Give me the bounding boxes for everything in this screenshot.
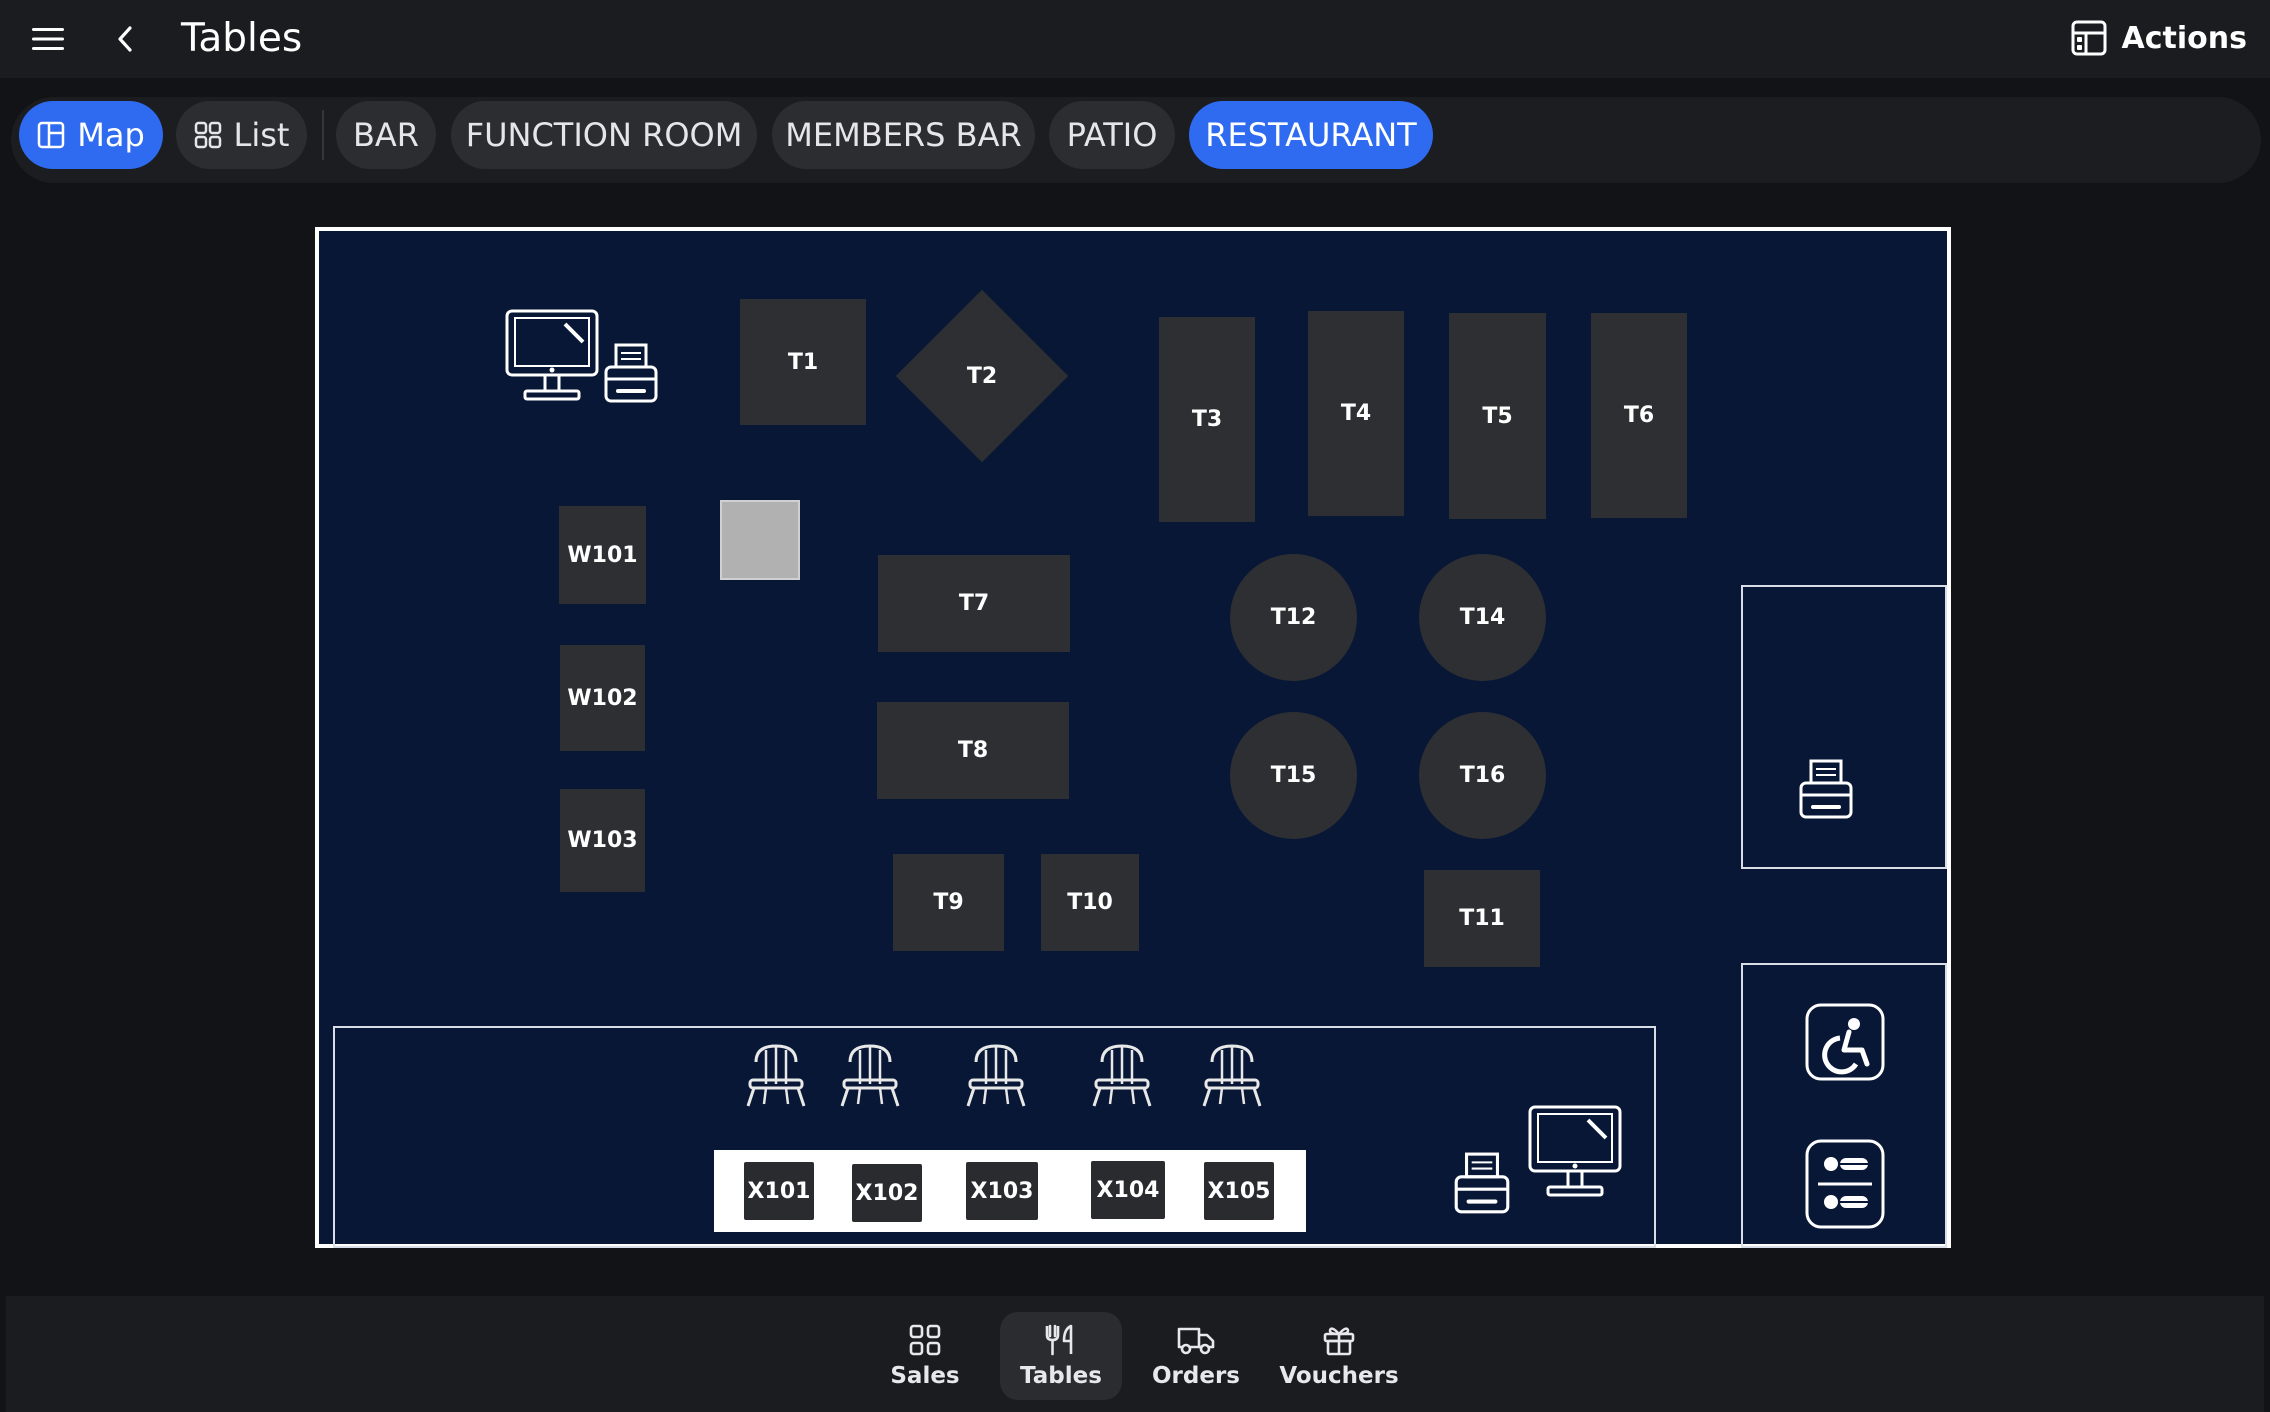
chevron-left-icon <box>118 26 132 52</box>
map-view-toggle[interactable]: Map <box>19 101 163 169</box>
table-x103[interactable]: X103 <box>966 1162 1038 1220</box>
list-view-toggle[interactable]: List <box>176 101 307 169</box>
table-t8[interactable]: T8 <box>877 702 1069 799</box>
table-t14[interactable]: T14 <box>1419 554 1546 681</box>
area-chip-function-room[interactable]: FUNCTION ROOM <box>451 101 757 169</box>
table-t7[interactable]: T7 <box>878 555 1070 652</box>
receipt-printer-icon <box>604 343 658 403</box>
delivery-truck-icon <box>1177 1327 1215 1355</box>
table-t2-label: T2 <box>966 363 998 389</box>
nav-sales[interactable]: Sales <box>870 1312 980 1400</box>
bottom-navigation <box>6 1296 2264 1412</box>
table-t9[interactable]: T9 <box>893 854 1004 951</box>
table-t11[interactable]: T11 <box>1424 870 1540 967</box>
actions-button[interactable]: Actions <box>2070 12 2247 64</box>
layout-dashboard-icon <box>2071 20 2107 56</box>
table-t6[interactable]: T6 <box>1591 313 1687 518</box>
table-t16[interactable]: T16 <box>1419 712 1546 839</box>
nav-vouchers-label: Vouchers <box>1279 1363 1399 1389</box>
restroom-icon <box>1805 1139 1885 1229</box>
grid-icon <box>909 1324 941 1356</box>
list-view-label: List <box>233 116 290 154</box>
map-view-label: Map <box>77 116 145 154</box>
bar-stool-icon <box>746 1044 806 1107</box>
table-t3[interactable]: T3 <box>1159 317 1255 522</box>
receipt-printer-icon <box>1454 1152 1510 1214</box>
table-w103[interactable]: W103 <box>560 789 645 892</box>
table-x101[interactable]: X101 <box>744 1162 814 1220</box>
nav-orders[interactable]: Orders <box>1146 1312 1246 1400</box>
area-chip-restaurant[interactable]: RESTAURANT <box>1189 101 1433 169</box>
table-t2[interactable]: T2 <box>895 289 1069 463</box>
table-x104[interactable]: X104 <box>1091 1161 1165 1219</box>
page-title: Tables <box>181 16 303 61</box>
floor-plan-map: T1 T2 T3 T4 T5 T6 W101 W102 W103 T7 T8 T… <box>315 227 1951 1248</box>
bar-stool-icon <box>1092 1044 1152 1107</box>
table-w102[interactable]: W102 <box>560 645 645 751</box>
filter-divider <box>322 110 324 160</box>
area-chip-patio[interactable]: PATIO <box>1049 101 1175 169</box>
table-t10[interactable]: T10 <box>1041 854 1139 951</box>
bar-stool-icon <box>1202 1044 1262 1107</box>
bar-stool-icon <box>840 1044 900 1107</box>
hamburger-menu-icon <box>32 28 64 50</box>
computer-monitor-icon <box>1528 1105 1622 1197</box>
grid-icon <box>194 121 222 149</box>
receipt-printer-icon <box>1799 759 1853 819</box>
nav-vouchers[interactable]: Vouchers <box>1276 1312 1402 1400</box>
table-t1[interactable]: T1 <box>740 299 866 425</box>
actions-label: Actions <box>2121 20 2247 56</box>
table-x102[interactable]: X102 <box>852 1164 922 1222</box>
table-w101[interactable]: W101 <box>559 506 646 604</box>
area-chip-members-bar[interactable]: MEMBERS BAR <box>772 101 1035 169</box>
back-button[interactable] <box>100 14 150 64</box>
gift-icon <box>1323 1327 1355 1356</box>
nav-orders-label: Orders <box>1152 1363 1240 1389</box>
menu-button[interactable] <box>20 14 76 64</box>
table-t4[interactable]: T4 <box>1308 311 1404 516</box>
table-t12[interactable]: T12 <box>1230 554 1357 681</box>
area-chip-bar[interactable]: BAR <box>336 101 436 169</box>
utensils-icon <box>1045 1324 1073 1356</box>
nav-tables-label: Tables <box>1020 1363 1102 1389</box>
map-layout-icon <box>37 121 65 149</box>
accessible-toilet-icon <box>1805 1003 1885 1081</box>
printer-station-zone <box>1741 585 1947 869</box>
computer-monitor-icon <box>505 309 599 401</box>
nav-sales-label: Sales <box>890 1363 960 1389</box>
table-t5[interactable]: T5 <box>1449 313 1546 519</box>
placeholder-block <box>720 500 800 580</box>
nav-tables[interactable]: Tables <box>1000 1312 1122 1400</box>
table-t15[interactable]: T15 <box>1230 712 1357 839</box>
bar-stool-icon <box>966 1044 1026 1107</box>
top-app-bar <box>0 0 2270 78</box>
table-x105[interactable]: X105 <box>1204 1162 1274 1220</box>
